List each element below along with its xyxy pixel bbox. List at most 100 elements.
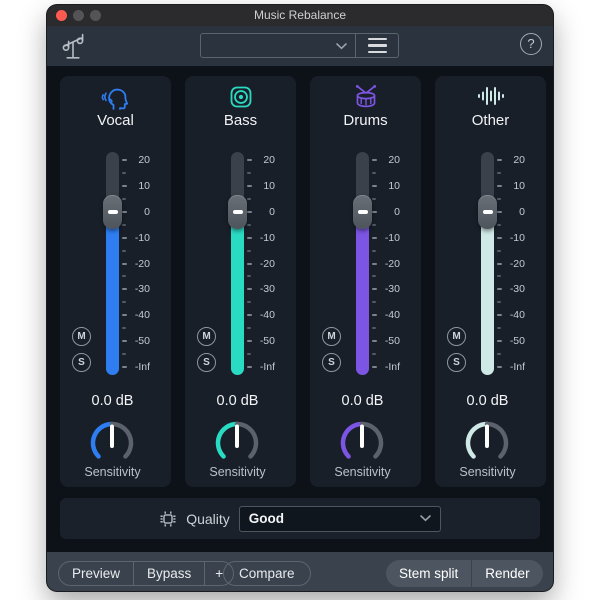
- fader-tick-label: -50: [509, 335, 525, 348]
- music-rebalance-icon: [60, 32, 86, 62]
- solo-button[interactable]: S: [197, 353, 216, 372]
- fader-track[interactable]: [231, 152, 244, 375]
- vocal-icon: [101, 88, 128, 110]
- fader-tick-label: -20: [134, 257, 150, 270]
- channel-strips: Vocal 20 10 0 -10 -20 -30 -40 -50 -Inf M S 0.0 d…: [60, 76, 546, 487]
- fader-minor-tick: [372, 327, 376, 330]
- channel-strip-drums: Drums 20 10 0 -10 -20 -30 -40 -50 -Inf M S 0.0 d…: [310, 76, 421, 487]
- sensitivity-knob[interactable]: [463, 419, 511, 467]
- fader-minor-tick: [372, 171, 376, 174]
- fader-track[interactable]: [356, 152, 369, 375]
- fader-minor-tick: [122, 301, 126, 304]
- fader-tick-label: -50: [134, 335, 150, 348]
- solo-button[interactable]: S: [447, 353, 466, 372]
- fader-tick-label: 0: [394, 205, 400, 218]
- fader-handle-line: [357, 210, 368, 214]
- fader-scale: 20 10 0 -10 -20 -30 -40 -50 -Inf: [497, 152, 527, 375]
- stem-split-button[interactable]: Stem split: [386, 560, 471, 587]
- waveform-icon: [477, 87, 504, 105]
- fader-tick-label: 10: [138, 179, 150, 192]
- fader-scale: 20 10 0 -10 -20 -30 -40 -50 -Inf: [122, 152, 152, 375]
- zoom-window-button[interactable]: [90, 10, 101, 21]
- sensitivity-knob[interactable]: [88, 419, 136, 467]
- fader-tick-label: -10: [384, 231, 400, 244]
- fader-tick-label: -Inf: [384, 361, 400, 373]
- fader-handle[interactable]: [103, 195, 122, 229]
- fader-tick-label: -30: [384, 283, 400, 296]
- fader-minor-tick: [497, 171, 501, 174]
- fader-minor-tick: [247, 223, 251, 226]
- preview-button-group: Preview Bypass +: [58, 561, 235, 586]
- fader-track[interactable]: [106, 152, 119, 375]
- sensitivity-knob[interactable]: [213, 419, 261, 467]
- channel-label: Other: [471, 112, 510, 129]
- fader-tick-label: 0: [519, 205, 525, 218]
- fader-minor-tick: [497, 301, 501, 304]
- mute-button[interactable]: M: [447, 327, 466, 346]
- mute-button[interactable]: M: [322, 327, 341, 346]
- chevron-down-icon: [419, 515, 431, 522]
- solo-button[interactable]: S: [72, 353, 91, 372]
- render-button[interactable]: Render: [471, 560, 542, 587]
- main-content: Vocal 20 10 0 -10 -20 -30 -40 -50 -Inf M S 0.0 d…: [47, 66, 553, 552]
- question-mark-icon: ?: [527, 36, 535, 51]
- sensitivity-knob[interactable]: [338, 419, 386, 467]
- plugin-window: Music Rebalance ? Vocal 20 10 0 -10 -20 …: [47, 5, 553, 591]
- preset-dropdown[interactable]: [201, 34, 356, 57]
- fader-minor-tick: [497, 223, 501, 226]
- mute-button[interactable]: M: [72, 327, 91, 346]
- fader-track[interactable]: [481, 152, 494, 375]
- fader-handle[interactable]: [353, 195, 372, 229]
- gain-value: 0.0 dB: [341, 393, 384, 409]
- fader-scale: 20 10 0 -10 -20 -30 -40 -50 -Inf: [372, 152, 402, 375]
- fader-tick-label: -20: [384, 257, 400, 270]
- fader-tick-label: 20: [513, 154, 525, 166]
- fader-tick-label: 0: [269, 205, 275, 218]
- compare-button[interactable]: Compare: [223, 561, 311, 586]
- chevron-down-icon: [336, 43, 347, 50]
- fader-handle[interactable]: [478, 195, 497, 229]
- fader-tick-label: 10: [263, 179, 275, 192]
- solo-button[interactable]: S: [322, 353, 341, 372]
- fader-tick-label: -10: [509, 231, 525, 244]
- channel-strip-vocal: Vocal 20 10 0 -10 -20 -30 -40 -50 -Inf M S 0.0 d…: [60, 76, 171, 487]
- fader-tick-label: 10: [388, 179, 400, 192]
- mute-button[interactable]: M: [197, 327, 216, 346]
- sensitivity-label: Sensitivity: [334, 465, 391, 479]
- fader-handle[interactable]: [228, 195, 247, 229]
- fader-tick-label: -Inf: [259, 361, 275, 373]
- preview-button[interactable]: Preview: [59, 562, 133, 585]
- fader-minor-tick: [122, 353, 126, 355]
- quality-label: Quality: [186, 510, 230, 527]
- fader-minor-tick: [497, 327, 501, 330]
- quality-dropdown[interactable]: Good: [238, 505, 441, 532]
- close-window-button[interactable]: [56, 10, 67, 21]
- preset-group: [200, 33, 399, 58]
- bypass-button[interactable]: Bypass: [133, 562, 204, 585]
- fader-tick-label: 20: [263, 154, 275, 166]
- fader-minor-tick: [497, 249, 501, 252]
- channel-strip-bass: Bass 20 10 0 -10 -20 -30 -40 -50 -Inf M S 0.0 dB…: [185, 76, 296, 487]
- gain-value: 0.0 dB: [91, 393, 134, 409]
- quality-value: Good: [248, 511, 285, 526]
- fader-minor-tick: [122, 249, 126, 252]
- fader-tick-label: -Inf: [134, 361, 150, 373]
- fader-tick-label: -20: [259, 257, 275, 270]
- channel-label: Drums: [343, 112, 388, 129]
- fader-minor-tick: [247, 275, 251, 278]
- fader-minor-tick: [372, 275, 376, 278]
- window-title: Music Rebalance: [253, 8, 347, 22]
- fader-handle-line: [482, 210, 493, 214]
- fader-tick-label: 10: [513, 179, 525, 192]
- help-button[interactable]: ?: [520, 33, 542, 55]
- fader-tick-label: 20: [138, 154, 150, 166]
- fader-handle-line: [232, 210, 243, 214]
- fader-minor-tick: [497, 275, 501, 278]
- fader-tick-label: -50: [259, 335, 275, 348]
- fader-tick-label: -50: [384, 335, 400, 348]
- fader-tick-label: -40: [509, 309, 525, 322]
- preset-menu-button[interactable]: [356, 34, 398, 57]
- minimize-window-button[interactable]: [73, 10, 84, 21]
- fader-tick-label: -40: [259, 309, 275, 322]
- fader-minor-tick: [372, 353, 376, 355]
